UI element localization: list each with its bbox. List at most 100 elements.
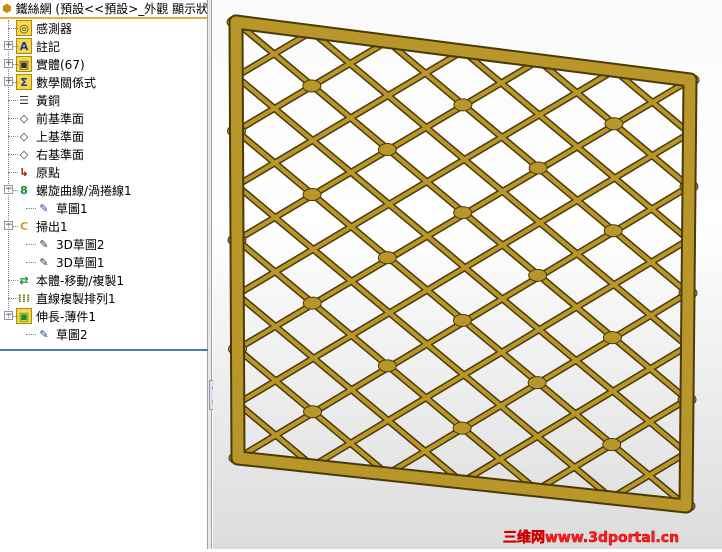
- tree-connector: [8, 100, 18, 101]
- panel-splitter[interactable]: [208, 0, 212, 549]
- tree-item-label: 伸長-薄件1: [36, 309, 96, 324]
- tree-item-label: 前基準面: [36, 111, 85, 126]
- plane-icon: ◇: [19, 111, 29, 125]
- tree-item-label: 直線複製排列1: [36, 291, 116, 306]
- tree-connector: [8, 280, 18, 281]
- tree-item-label: 右基準面: [36, 147, 85, 162]
- frame-bar: [230, 16, 696, 86]
- tree-item-label: 實體(67): [36, 57, 85, 72]
- wire-twist: [604, 117, 624, 131]
- tree-connector: [26, 244, 36, 245]
- sketch-icon: ✎: [39, 201, 49, 215]
- linear-pattern-icon: ⁞⁞⁞: [17, 291, 31, 305]
- tree-item[interactable]: ⁞⁞⁞ 直線複製排列1: [16, 289, 116, 307]
- wire: [234, 49, 465, 188]
- feature-manager-tree: ⬢ 鐵絲網 (預設<<預設>_外觀 顯示狀 ◎ 感測器 A 註記 + ▣ 實體(67) + Σ 數…: [0, 0, 208, 549]
- part-title: 鐵絲網 (預設<<預設>_外觀 顯示狀: [15, 2, 207, 16]
- tree-item[interactable]: ▣ 伸長-薄件1: [16, 307, 96, 325]
- tree-item-label: 3D草圖2: [56, 237, 105, 252]
- graphics-viewport[interactable]: [213, 0, 722, 549]
- origin-icon: ↳: [19, 165, 29, 179]
- material-icon: ☰: [19, 93, 29, 107]
- wire-twist: [453, 98, 473, 112]
- solid-bodies-icon: ▣: [16, 56, 32, 72]
- tree-connector: [8, 136, 18, 137]
- tree-item-label: 上基準面: [36, 129, 85, 144]
- tree-connector: [8, 28, 18, 29]
- tree-item[interactable]: C 掃出1: [16, 217, 68, 235]
- frame-bar: [680, 74, 696, 512]
- wire-twist: [303, 405, 323, 419]
- tree-item[interactable]: ◇ 右基準面: [16, 145, 84, 163]
- wire: [235, 292, 464, 484]
- tree-item[interactable]: ↳ 原點: [16, 163, 60, 181]
- tree-item[interactable]: ✎ 草圖2: [36, 325, 88, 343]
- tree-item[interactable]: ✎ 3D草圖1: [36, 253, 105, 271]
- tree-item-label: 草圖2: [56, 327, 88, 342]
- tree-connector: [26, 208, 36, 209]
- tree-item[interactable]: A 註記: [16, 37, 60, 55]
- wire: [234, 30, 313, 79]
- 3d-sketch-icon: ✎: [39, 237, 49, 251]
- tree-item-label: 原點: [36, 165, 61, 180]
- wire-twist: [377, 359, 397, 373]
- wire-twist: [302, 188, 322, 202]
- move-copy-icon: ⇄: [19, 273, 29, 287]
- wire: [460, 344, 690, 484]
- 3d-sketch-icon: ✎: [39, 255, 49, 269]
- tree-connector: [8, 20, 9, 320]
- plane-icon: ◇: [19, 129, 29, 143]
- part-icon: ⬢: [2, 2, 12, 15]
- frame-bar: [232, 452, 692, 512]
- sensor-icon: ◎: [16, 20, 32, 36]
- plane-icon: ◇: [19, 147, 29, 161]
- wire-twist: [528, 161, 548, 175]
- tree-item[interactable]: ▣ 實體(67): [16, 55, 85, 73]
- tree-connector: [8, 172, 18, 173]
- wire-mesh-model: [226, 14, 700, 514]
- tree-item[interactable]: ✎ 草圖1: [36, 199, 87, 217]
- wire-twist: [302, 79, 322, 93]
- wire-twist: [377, 251, 397, 265]
- wire-twist: [302, 296, 322, 310]
- tree-item[interactable]: ☰ 黃銅: [16, 91, 60, 109]
- tree-item[interactable]: Σ 數學關係式: [16, 73, 96, 91]
- tree-connector: [8, 154, 18, 155]
- wire: [610, 450, 689, 500]
- tree-root-part[interactable]: ⬢ 鐵絲網 (預設<<預設>_外觀 顯示狀: [0, 0, 207, 19]
- tree-item[interactable]: ◎ 感測器: [16, 19, 72, 37]
- wire-twist: [603, 224, 623, 238]
- tree-item-label: 黃銅: [36, 93, 61, 108]
- tree-item-label: 3D草圖1: [56, 255, 105, 270]
- wire-twist: [452, 421, 472, 435]
- watermark: 三维网www.3dportal.cn: [503, 530, 680, 547]
- helix-icon: 8: [20, 183, 28, 197]
- tree-connector: [26, 262, 36, 263]
- tree-item[interactable]: ⇄ 本體-移動/複製1: [16, 271, 124, 289]
- tree-connector: [8, 118, 18, 119]
- wire-twist: [377, 143, 397, 156]
- tree-connector: [26, 334, 36, 335]
- wire: [234, 74, 689, 455]
- tree-item-label: 數學關係式: [36, 75, 97, 90]
- sketch-icon: ✎: [39, 327, 49, 341]
- tree-item[interactable]: ◇ 上基準面: [16, 127, 84, 145]
- tree-connector: [8, 298, 18, 299]
- wire-twist: [528, 268, 548, 282]
- tree-item-label: 註記: [36, 39, 61, 54]
- tree-item-label: 感測器: [36, 21, 73, 36]
- extrude-thin-icon: ▣: [16, 308, 32, 324]
- tree-separator: [0, 349, 208, 351]
- tree-item[interactable]: ◇ 前基準面: [16, 109, 84, 127]
- tree-item-label: 掃出1: [36, 219, 68, 234]
- tree-item[interactable]: 8 螺旋曲線/渦捲線1: [16, 181, 132, 199]
- wire-twist: [527, 376, 547, 390]
- sweep-icon: C: [19, 219, 29, 233]
- wire: [235, 131, 692, 406]
- wire-twist: [453, 206, 473, 220]
- equations-icon: Σ: [16, 74, 32, 90]
- wire-twist: [452, 313, 472, 327]
- tree-item-label: 螺旋曲線/渦捲線1: [36, 183, 132, 198]
- tree-item[interactable]: ✎ 3D草圖2: [36, 235, 105, 253]
- tree-item-label: 本體-移動/複製1: [36, 273, 125, 288]
